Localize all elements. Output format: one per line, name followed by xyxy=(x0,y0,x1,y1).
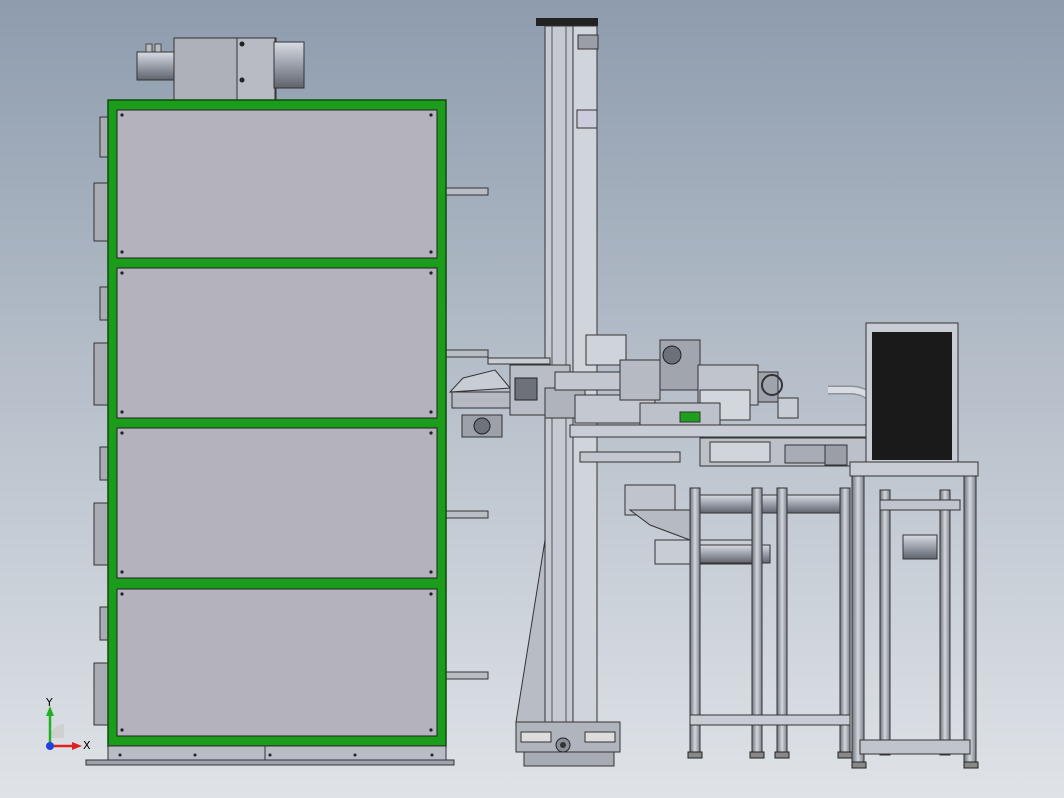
right-frame xyxy=(849,322,979,769)
assembly-drawing[interactable]: Y X xyxy=(0,0,1064,798)
cad-viewport[interactable]: Y X xyxy=(0,0,1064,798)
z-axis-dot xyxy=(46,742,54,750)
panel-1[interactable] xyxy=(116,109,438,259)
cabinet xyxy=(85,37,489,766)
panel-2[interactable] xyxy=(116,267,438,419)
control-panel-screen xyxy=(872,332,952,460)
column-top-cap xyxy=(536,18,598,26)
lower-table xyxy=(624,484,853,759)
axes-triad-icon[interactable]: Y X xyxy=(45,696,91,752)
panel-3[interactable] xyxy=(116,427,438,579)
panel-4[interactable] xyxy=(116,588,438,737)
cabinet-side-fittings xyxy=(93,116,110,726)
main-beam xyxy=(569,424,911,467)
x-axis-label: X xyxy=(83,739,91,752)
y-axis-label: Y xyxy=(45,696,53,709)
cabinet-base xyxy=(85,745,455,766)
blower-unit xyxy=(136,37,305,101)
